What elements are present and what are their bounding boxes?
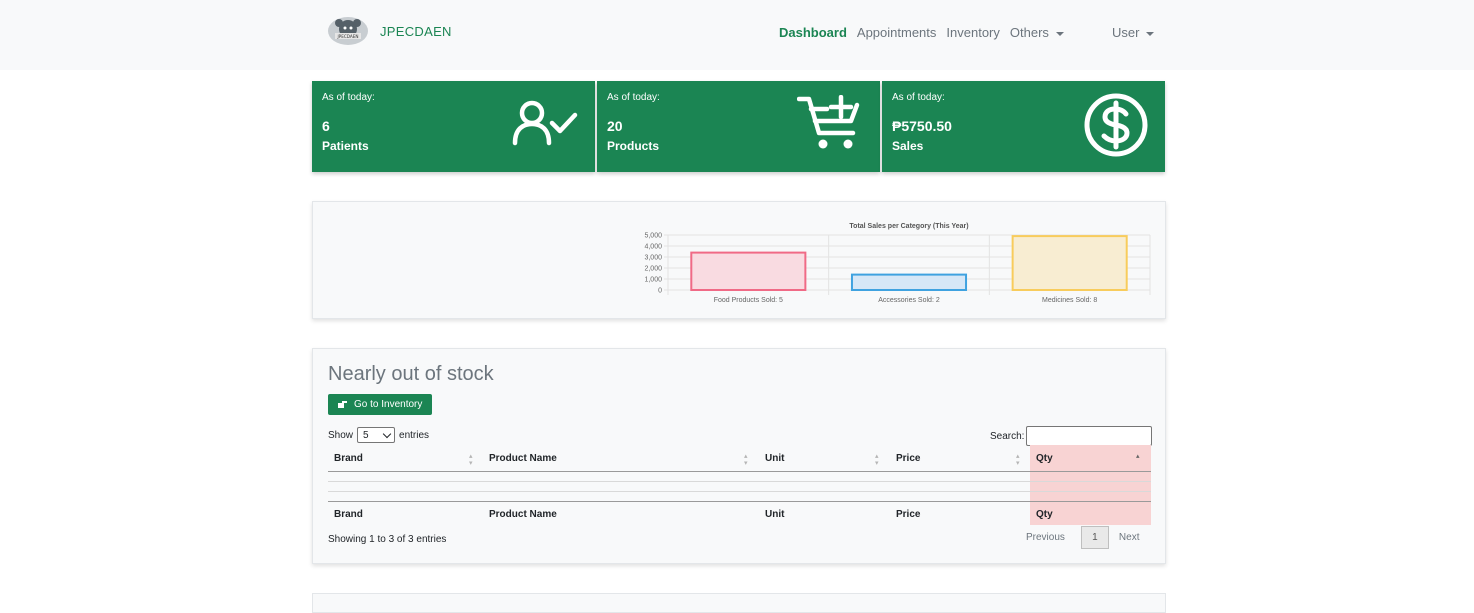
- card-value: 6: [322, 118, 330, 134]
- x-tick-label: Food Products Sold: 5: [714, 297, 783, 304]
- hand-pointer-icon: [338, 401, 347, 408]
- entries-label: entries: [399, 429, 430, 441]
- brand-name: JPECDAEN: [380, 23, 452, 39]
- card-label: Sales: [892, 139, 924, 153]
- card-asof: As of today:: [892, 92, 945, 103]
- card-value: 20: [607, 118, 623, 134]
- card-value: ₱5750.50: [892, 118, 952, 134]
- sort-icon: ▴ ▾: [1016, 453, 1020, 467]
- chevron-down-icon: [1055, 31, 1064, 36]
- search-label: Search:: [990, 430, 1025, 442]
- main-nav: Dashboard Appointments Inventory Others: [779, 25, 1064, 40]
- footer-qty: Qty: [1036, 509, 1053, 520]
- y-tick-label: 3,000: [644, 255, 662, 262]
- column-header-brand[interactable]: Brand: [334, 453, 363, 464]
- page-1-button[interactable]: 1: [1080, 526, 1109, 549]
- nav-user-label: User: [1112, 25, 1140, 40]
- bar: [1011, 235, 1128, 291]
- user-check-icon: [512, 100, 578, 146]
- nav-appointments[interactable]: Appointments: [857, 25, 937, 40]
- brand[interactable]: JPECDAEN JPECDAEN: [326, 14, 452, 48]
- stock-title: Nearly out of stock: [328, 363, 494, 385]
- navbar: JPECDAEN JPECDAEN Dashboard Appointments…: [0, 0, 1474, 70]
- table-row[interactable]: [328, 481, 1151, 482]
- column-header-price[interactable]: Price: [896, 453, 920, 464]
- next-button[interactable]: Next: [1119, 532, 1140, 543]
- previous-button[interactable]: Previous: [1026, 532, 1065, 543]
- table-info: Showing 1 to 3 of 3 entries: [328, 534, 447, 545]
- next-panel: [312, 593, 1166, 613]
- chevron-down-icon: [1146, 31, 1155, 36]
- chart-title: Total Sales per Category (This Year): [849, 223, 968, 230]
- sort-icon: ▴ ▾: [875, 453, 879, 467]
- stock-panel: Nearly out of stock Go to Inventory Show…: [312, 348, 1166, 564]
- entries-select[interactable]: 5: [357, 427, 396, 443]
- sales-card: As of today: ₱5750.50 Sales: [882, 81, 1165, 172]
- search-input[interactable]: [1026, 426, 1153, 446]
- x-tick-label: Medicines Sold: 8: [1042, 297, 1097, 304]
- products-card: As of today: 20 Products: [597, 81, 880, 172]
- card-asof: As of today:: [607, 92, 660, 103]
- nav-user[interactable]: User: [1112, 25, 1155, 40]
- column-header-qty[interactable]: Qty: [1036, 453, 1053, 464]
- entries-length: Show 5 entries: [328, 427, 429, 443]
- footer-unit: Unit: [765, 509, 785, 520]
- nav-inventory[interactable]: Inventory: [946, 25, 999, 40]
- table-row[interactable]: [328, 501, 1151, 502]
- chevron-down-icon: [382, 429, 392, 438]
- card-label: Patients: [322, 139, 369, 153]
- header-divider: [328, 471, 1151, 472]
- table-header: Brand Product Name Unit Price Qty: [328, 453, 1151, 467]
- entries-select-value: 5: [363, 429, 369, 441]
- sales-chart: Total Sales per Category (This Year) 5,00…: [644, 223, 1151, 304]
- sort-icon: ▴ ▾: [744, 453, 748, 467]
- bar: [690, 251, 807, 291]
- logo-text: JPECDAEN: [336, 34, 358, 39]
- show-label: Show: [328, 429, 354, 441]
- logo-icon: JPECDAEN: [328, 17, 368, 45]
- nav-dashboard[interactable]: Dashboard: [779, 25, 847, 40]
- table-search: Search:: [990, 426, 1153, 446]
- x-tick-label: Accessories Sold: 2: [878, 297, 940, 304]
- y-tick-label: 5,000: [644, 233, 662, 240]
- footer-price: Price: [896, 509, 921, 520]
- pagination: Previous 1 Next: [1026, 526, 1139, 549]
- column-header-unit[interactable]: Unit: [765, 453, 784, 464]
- y-tick-label: 1,000: [644, 277, 662, 284]
- nav-others-label: Others: [1009, 25, 1049, 40]
- y-tick-label: 0: [658, 288, 662, 295]
- footer-product-name: Product Name: [489, 509, 557, 520]
- table-row[interactable]: [328, 491, 1151, 492]
- card-label: Products: [607, 139, 660, 153]
- column-header-product-name[interactable]: Product Name: [489, 453, 557, 464]
- card-asof: As of today:: [322, 92, 375, 103]
- y-tick-label: 4,000: [644, 244, 662, 251]
- nav-others[interactable]: Others: [1010, 25, 1064, 40]
- sort-ascending-icon: ▴: [1136, 453, 1140, 460]
- cart-plus-icon: [797, 95, 860, 149]
- bar: [850, 273, 968, 291]
- go-to-inventory-button[interactable]: Go to Inventory: [328, 394, 433, 415]
- sort-icon: ▴ ▾: [469, 453, 473, 467]
- footer-brand: Brand: [334, 509, 363, 520]
- go-to-inventory-label: Go to Inventory: [354, 399, 423, 410]
- y-tick-label: 2,000: [644, 266, 662, 273]
- patients-card: As of today: 6 Patients: [312, 81, 595, 172]
- table-footer: Brand Product Name Unit Price Qty: [328, 509, 1151, 523]
- dollar-circle-icon: [1084, 93, 1148, 157]
- sales-chart-panel: Total Sales per Category (This Year) 5,00…: [312, 201, 1166, 319]
